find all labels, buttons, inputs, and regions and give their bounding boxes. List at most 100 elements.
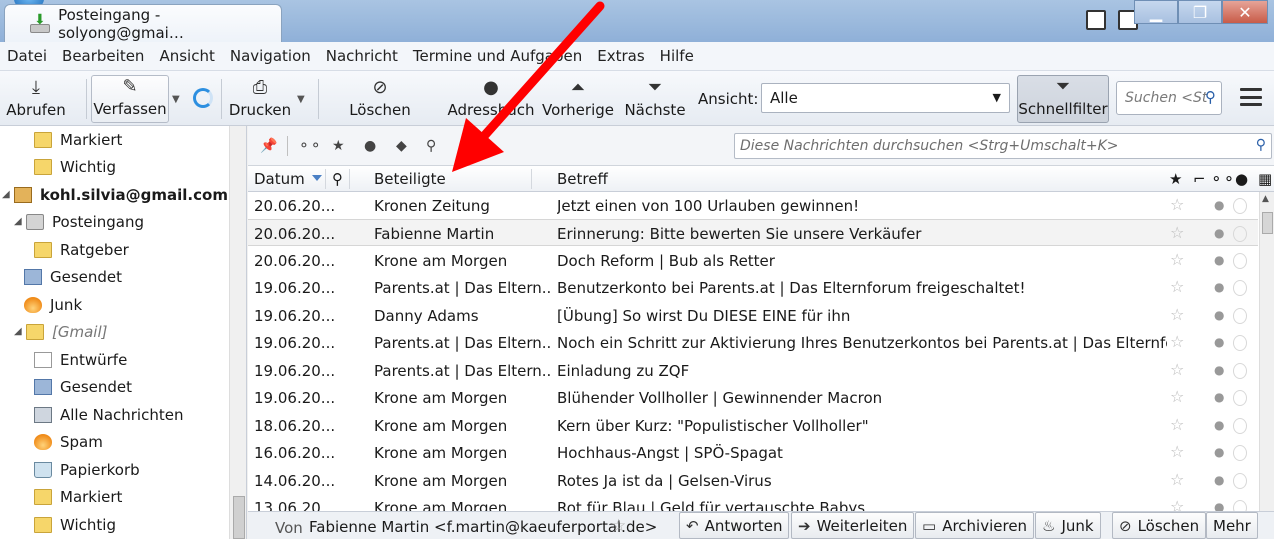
column-thread-icon[interactable]: ⌐	[1193, 170, 1206, 188]
star-icon[interactable]: ☆	[1170, 195, 1184, 214]
compose-button[interactable]: ✎ Verfassen	[91, 75, 169, 123]
folder-inbox[interactable]: ◢ Posteingang	[14, 208, 144, 235]
expand-toggle-icon[interactable]: ◢	[14, 216, 26, 227]
attachment-icon[interactable]: ⚲	[426, 138, 436, 154]
read-status-icon[interactable]: ●	[1214, 308, 1224, 322]
column-junk-icon[interactable]: ●	[1235, 170, 1248, 188]
minimize-button[interactable]: ▁	[1134, 0, 1178, 24]
star-icon[interactable]: ☆	[1170, 277, 1184, 296]
read-status-icon[interactable]: ●	[1214, 500, 1224, 511]
menu-file[interactable]: Datei	[7, 47, 47, 65]
folder-gmail-important[interactable]: Wichtig	[34, 511, 116, 538]
read-status-icon[interactable]: ●	[1214, 198, 1224, 212]
message-row[interactable]: 18.06.20... Krone am Morgen Kern über Ku…	[248, 412, 1258, 439]
read-status-icon[interactable]: ●	[1214, 418, 1224, 432]
message-row[interactable]: 20.06.20... Krone am Morgen Doch Reform …	[248, 247, 1258, 274]
expand-toggle-icon[interactable]: ◢	[2, 189, 14, 200]
folder-gmail-sent[interactable]: Gesendet	[34, 373, 132, 400]
get-messages-button[interactable]: ⤓ Abrufen	[6, 75, 66, 123]
column-picker-icon[interactable]: ▦	[1258, 170, 1272, 188]
column-subject[interactable]: Betreff	[557, 170, 608, 188]
junk-status-icon[interactable]	[1233, 253, 1247, 269]
folder-drafts[interactable]: Entwürfe	[34, 346, 127, 373]
column-participants[interactable]: Beteiligte	[374, 170, 446, 188]
junk-status-icon[interactable]	[1233, 445, 1247, 461]
message-row[interactable]: 19.06.20... Parents.at | Das Eltern... N…	[248, 329, 1258, 356]
forward-button[interactable]: ➔ Weiterleiten	[791, 512, 915, 539]
folder-gmail-starred[interactable]: Markiert	[34, 483, 122, 510]
folder-important[interactable]: Wichtig	[34, 153, 116, 180]
next-button[interactable]: ⏷ Nächste	[624, 75, 685, 123]
junk-status-icon[interactable]	[1233, 308, 1247, 324]
star-icon[interactable]: ★	[332, 138, 345, 154]
view-select[interactable]: Alle ▼	[761, 83, 1010, 113]
junk-status-icon[interactable]	[1233, 363, 1247, 379]
junk-status-icon[interactable]	[1233, 390, 1247, 406]
star-icon[interactable]: ☆	[1170, 497, 1184, 511]
star-icon[interactable]: ☆	[1170, 415, 1184, 434]
message-row[interactable]: 16.06.20... Krone am Morgen Hochhaus-Ang…	[248, 439, 1258, 466]
star-icon[interactable]: ☆	[1170, 360, 1184, 379]
archive-button[interactable]: ▭ Archivieren	[915, 512, 1035, 539]
menu-go[interactable]: Navigation	[230, 47, 311, 65]
folder-starred[interactable]: Markiert	[34, 126, 122, 153]
junk-status-icon[interactable]	[1233, 226, 1247, 242]
menu-view[interactable]: Ansicht	[159, 47, 214, 65]
compose-dropdown-icon[interactable]: ▼	[172, 94, 180, 105]
junk-status-icon[interactable]	[1233, 335, 1247, 351]
junk-status-icon[interactable]	[1233, 280, 1247, 296]
column-attachment-icon[interactable]: ⚲	[332, 170, 343, 188]
folder-junk[interactable]: Junk	[24, 291, 82, 318]
star-icon[interactable]: ☆	[1170, 223, 1184, 242]
menu-message[interactable]: Nachricht	[326, 47, 398, 65]
calendar-icon[interactable]	[1086, 10, 1106, 30]
sticky-pin-icon[interactable]: 📌	[260, 138, 277, 154]
unread-icon[interactable]: ⚬⚬	[298, 138, 321, 154]
read-status-icon[interactable]: ●	[1214, 363, 1224, 377]
junk-status-icon[interactable]	[1233, 500, 1247, 511]
menu-help[interactable]: Hilfe	[660, 47, 694, 65]
junk-status-icon[interactable]	[1233, 473, 1247, 489]
print-dropdown-icon[interactable]: ▼	[297, 94, 305, 105]
expand-toggle-icon[interactable]: ◢	[14, 326, 26, 337]
column-read-icon[interactable]: ⚬⚬	[1210, 170, 1235, 188]
contact-icon[interactable]: ●	[364, 138, 376, 154]
read-status-icon[interactable]: ●	[1214, 390, 1224, 404]
star-icon[interactable]: ☆	[1170, 250, 1184, 269]
quickfilter-button[interactable]: ⏷ Schnellfilter	[1017, 75, 1109, 123]
junk-status-icon[interactable]	[1233, 418, 1247, 434]
from-address[interactable]: Fabienne Martin <f.martin@kaeuferportal.…	[309, 518, 657, 536]
menu-tools[interactable]: Extras	[597, 47, 644, 65]
read-status-icon[interactable]: ●	[1214, 473, 1224, 487]
tab-inbox[interactable]: ⬇ Posteingang - solyong@gmai…	[4, 4, 282, 42]
previous-button[interactable]: ⏶ Vorherige	[542, 75, 614, 123]
message-row[interactable]: 19.06.20... Danny Adams [Übung] So wirst…	[248, 302, 1258, 329]
reply-button[interactable]: ↶ Antworten	[679, 512, 790, 539]
junk-status-icon[interactable]	[1233, 198, 1247, 214]
message-row[interactable]: 13.06.20... Krone am Morgen Rot für Blau…	[248, 494, 1258, 511]
message-row[interactable]: 14.06.20... Krone am Morgen Rotes Ja ist…	[248, 467, 1258, 494]
message-row[interactable]: 19.06.20... Krone am Morgen Blühender Vo…	[248, 384, 1258, 411]
message-row[interactable]: 19.06.20... Parents.at | Das Eltern... E…	[248, 357, 1258, 384]
folder-all-mail[interactable]: Alle Nachrichten	[34, 401, 183, 428]
delete-button[interactable]: ⊘ Löschen	[349, 75, 411, 123]
message-row-selected[interactable]: 20.06.20... Fabienne Martin Erinnerung: …	[248, 219, 1258, 246]
global-search-input[interactable]: Suchen <St ⚲	[1116, 81, 1222, 115]
star-icon[interactable]: ☆	[611, 516, 626, 536]
message-row[interactable]: 20.06.20... Kronen Zeitung Jetzt einen v…	[248, 192, 1258, 219]
junk-button[interactable]: ♨ Junk	[1035, 512, 1101, 539]
star-icon[interactable]: ☆	[1170, 387, 1184, 406]
read-status-icon[interactable]: ●	[1214, 280, 1224, 294]
folder-spam[interactable]: Spam	[34, 428, 103, 455]
folder-sent[interactable]: Gesendet	[24, 263, 122, 290]
scroll-up-icon[interactable]: ▲	[1262, 194, 1269, 204]
menu-edit[interactable]: Bearbeiten	[62, 47, 144, 65]
read-status-icon[interactable]: ●	[1214, 226, 1224, 240]
menu-events-tasks[interactable]: Termine und Aufgaben	[413, 47, 582, 65]
quickfilter-search-input[interactable]: Diese Nachrichten durchsuchen <Strg+Umsc…	[734, 133, 1272, 159]
more-button[interactable]: Mehr	[1206, 512, 1258, 539]
app-menu-icon[interactable]	[1240, 88, 1262, 106]
delete-message-button[interactable]: ⊘ Löschen	[1112, 512, 1207, 539]
message-row[interactable]: 19.06.20... Parents.at | Das Eltern... B…	[248, 274, 1258, 301]
folder-ratgeber[interactable]: Ratgeber	[34, 236, 129, 263]
